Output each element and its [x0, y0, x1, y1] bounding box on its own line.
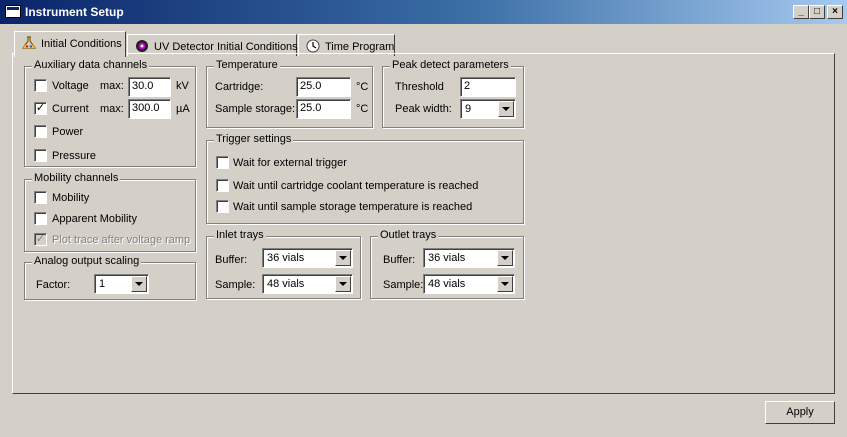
tab-initial-conditions[interactable]: Initial Conditions — [14, 31, 126, 57]
voltage-unit: kV — [176, 80, 189, 92]
plot-trace-checkbox[interactable]: ✓ — [34, 233, 47, 246]
chevron-down-icon[interactable] — [335, 250, 351, 266]
tab-label: Time Program — [325, 41, 395, 53]
current-unit: µA — [176, 103, 190, 115]
window-title: Instrument Setup — [25, 5, 124, 19]
voltage-max-field[interactable]: 30.0 — [128, 77, 171, 97]
group-title: Analog output scaling — [32, 255, 142, 267]
sample-storage-label: Sample storage: — [215, 103, 296, 115]
app-window-icon — [5, 5, 21, 18]
tab-label: UV Detector Initial Conditions — [154, 41, 298, 53]
factor-value: 1 — [99, 278, 106, 290]
current-label: Current — [52, 103, 89, 115]
apparent-mobility-checkbox[interactable] — [34, 212, 47, 225]
outlet-sample-dropdown[interactable]: 48 vials — [423, 274, 515, 294]
maximize-button[interactable]: □ — [809, 5, 825, 19]
pressure-label: Pressure — [52, 150, 97, 162]
title-bar[interactable]: Instrument Setup _ □ × — [0, 0, 847, 24]
peak-width-value: 9 — [465, 103, 472, 115]
group-title: Mobility channels — [32, 172, 121, 184]
flask-icon — [21, 36, 37, 49]
voltage-label: Voltage — [52, 80, 89, 92]
sample-storage-temperature-field[interactable]: 25.0 — [296, 99, 351, 119]
voltage-max-label: max: — [100, 80, 124, 92]
chevron-down-icon[interactable] — [498, 101, 514, 117]
coolant-temperature-label: Wait until cartridge coolant temperature… — [233, 180, 479, 192]
sample-storage-unit: °C — [356, 103, 369, 115]
voltage-checkbox[interactable] — [34, 79, 47, 92]
chevron-down-icon[interactable] — [497, 276, 513, 292]
cartridge-temperature-field[interactable]: 25.0 — [296, 77, 351, 97]
inlet-sample-value: 48 vials — [267, 278, 305, 290]
factor-dropdown[interactable]: 1 — [94, 274, 149, 294]
minimize-button[interactable]: _ — [793, 5, 809, 19]
peak-width-label: Peak width: — [395, 103, 452, 115]
cartridge-unit: °C — [356, 81, 369, 93]
storage-temperature-checkbox[interactable] — [216, 200, 229, 213]
outlet-sample-label: Sample: — [383, 279, 424, 291]
chevron-down-icon[interactable] — [497, 250, 513, 266]
clock-icon — [306, 39, 320, 53]
outlet-sample-value: 48 vials — [428, 278, 466, 290]
group-title: Inlet trays — [214, 229, 266, 241]
uv-detector-icon — [136, 40, 148, 52]
apply-button[interactable]: Apply — [765, 401, 835, 424]
mobility-label: Mobility — [52, 192, 90, 204]
group-title: Outlet trays — [378, 229, 439, 241]
pressure-checkbox[interactable] — [34, 149, 47, 162]
external-trigger-label: Wait for external trigger — [233, 157, 347, 169]
close-button[interactable]: × — [827, 5, 843, 19]
threshold-field[interactable]: 2 — [460, 77, 516, 97]
inlet-buffer-value: 36 vials — [267, 252, 305, 264]
outlet-buffer-dropdown[interactable]: 36 vials — [423, 248, 515, 268]
mobility-checkbox[interactable] — [34, 191, 47, 204]
inlet-buffer-dropdown[interactable]: 36 vials — [262, 248, 353, 268]
power-checkbox[interactable] — [34, 125, 47, 138]
peak-width-dropdown[interactable]: 9 — [460, 99, 516, 119]
threshold-label: Threshold — [395, 81, 444, 93]
chevron-down-icon[interactable] — [335, 276, 351, 292]
group-title: Trigger settings — [214, 133, 294, 145]
outlet-buffer-label: Buffer: — [383, 254, 416, 266]
apparent-mobility-label: Apparent Mobility — [52, 213, 137, 225]
group-title: Peak detect parameters — [390, 59, 511, 71]
chevron-down-icon[interactable] — [131, 276, 147, 292]
group-title: Auxiliary data channels — [32, 59, 150, 71]
power-label: Power — [52, 126, 84, 138]
current-max-label: max: — [100, 103, 124, 115]
tab-label: Initial Conditions — [41, 38, 122, 50]
factor-label: Factor: — [36, 279, 71, 291]
outlet-buffer-value: 36 vials — [428, 252, 466, 264]
plot-trace-label: Plot trace after voltage ramp — [52, 234, 191, 246]
storage-temperature-label: Wait until sample storage temperature is… — [233, 201, 473, 213]
current-max-field[interactable]: 300.0 — [128, 99, 171, 119]
inlet-buffer-label: Buffer: — [215, 254, 248, 266]
group-title: Temperature — [214, 59, 280, 71]
inlet-sample-dropdown[interactable]: 48 vials — [262, 274, 353, 294]
external-trigger-checkbox[interactable] — [216, 156, 229, 169]
current-checkbox[interactable]: ✓ — [34, 102, 47, 115]
cartridge-label: Cartridge: — [215, 81, 264, 93]
coolant-temperature-checkbox[interactable] — [216, 179, 229, 192]
inlet-sample-label: Sample: — [215, 279, 256, 291]
